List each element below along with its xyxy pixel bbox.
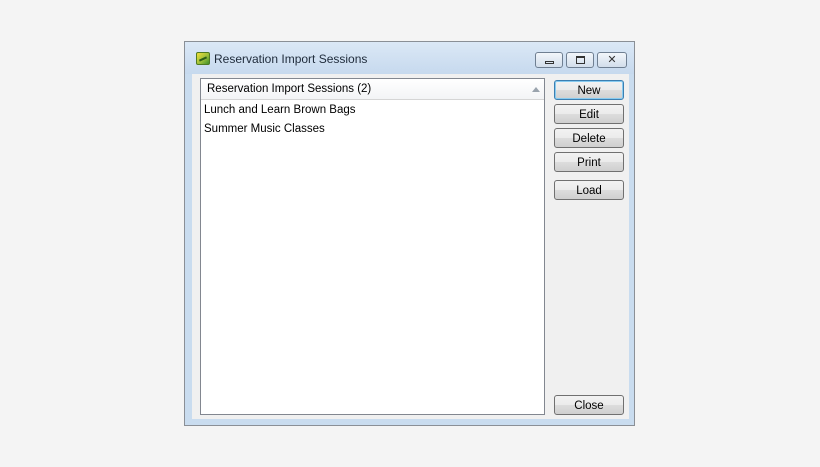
- new-button[interactable]: New: [554, 80, 624, 100]
- maximize-button[interactable]: [566, 52, 594, 68]
- minimize-icon: [545, 61, 554, 64]
- load-button[interactable]: Load: [554, 180, 624, 200]
- minimize-button[interactable]: [535, 52, 563, 68]
- list-item[interactable]: Lunch and Learn Brown Bags: [201, 101, 544, 120]
- list-items: Lunch and Learn Brown Bags Summer Music …: [201, 101, 544, 139]
- close-icon: ✕: [607, 53, 617, 66]
- list-header-label: Reservation Import Sessions (2): [207, 83, 372, 95]
- title-bar[interactable]: Reservation Import Sessions ✕: [185, 42, 634, 74]
- dialog-window: Reservation Import Sessions ✕ Reservatio…: [184, 41, 635, 426]
- app-icon: [196, 52, 210, 65]
- delete-button[interactable]: Delete: [554, 128, 624, 148]
- window-title: Reservation Import Sessions: [214, 52, 368, 66]
- sort-ascending-icon: [532, 87, 540, 92]
- close-window-button[interactable]: ✕: [597, 52, 627, 68]
- edit-button[interactable]: Edit: [554, 104, 624, 124]
- list-column-header[interactable]: Reservation Import Sessions (2): [201, 79, 544, 100]
- close-button[interactable]: Close: [554, 395, 624, 415]
- list-item[interactable]: Summer Music Classes: [201, 120, 544, 139]
- sessions-list[interactable]: Reservation Import Sessions (2) Lunch an…: [200, 78, 545, 415]
- dialog-client-area: Reservation Import Sessions (2) Lunch an…: [192, 74, 629, 419]
- maximize-icon: [576, 56, 585, 64]
- print-button[interactable]: Print: [554, 152, 624, 172]
